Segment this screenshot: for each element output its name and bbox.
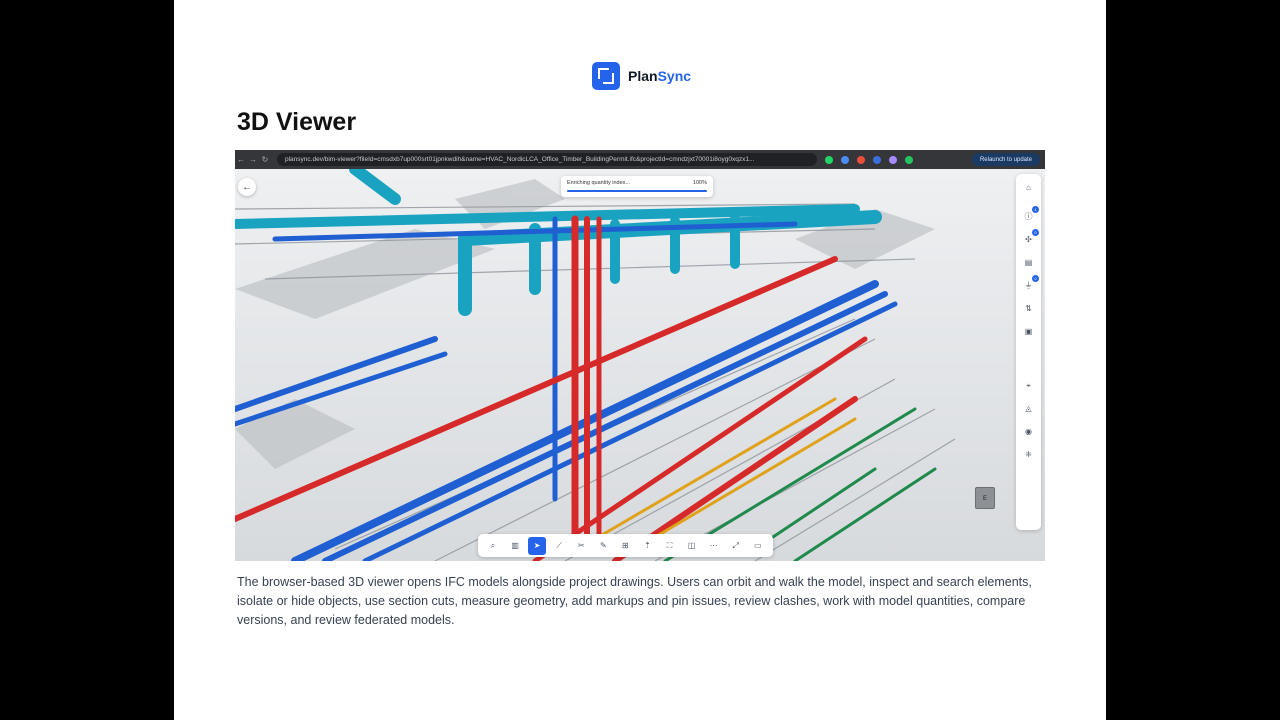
progress-track [567, 190, 707, 192]
measure-icon[interactable]: ⟋ [550, 537, 568, 555]
progress-toast: Enriching quantity index... 100% [561, 176, 713, 197]
progress-label: Enriching quantity index... [567, 180, 630, 186]
fit-view-icon[interactable]: ⛶ [661, 537, 679, 555]
back-arrow-icon[interactable]: ← [235, 155, 247, 164]
split-view-icon[interactable]: ◫ [683, 537, 701, 555]
monitor-icon[interactable]: ▭ [749, 537, 767, 555]
browser-toolbar: ← → ↻ plansync.dev/bim-viewer?fileId=cms… [235, 150, 1045, 169]
arrow-left-icon: ← [242, 181, 252, 193]
home-icon[interactable]: ⌂ [1023, 182, 1034, 193]
back-button[interactable]: ← [238, 178, 256, 196]
chart-icon[interactable]: ▥ [506, 537, 524, 555]
count-badge: 0 [1032, 229, 1039, 236]
plansync-logo-icon [592, 62, 620, 90]
eye-icon[interactable]: ◉ [1023, 426, 1034, 437]
extension-icon[interactable] [857, 155, 865, 164]
extension-icon[interactable] [889, 155, 897, 164]
extension-whatsapp-icon[interactable] [825, 155, 833, 164]
table-icon[interactable]: ▤ [1023, 257, 1034, 268]
description-paragraph: The browser-based 3D viewer opens IFC mo… [237, 575, 1032, 627]
explode-icon[interactable]: ⁜ [1023, 449, 1034, 460]
3d-model-canvas[interactable]: ← Enriching quantity index... 100% ⌂ ⓘ 1 ✣ 0… [235, 163, 1045, 561]
clash-icon[interactable]: ✣ 0 [1023, 229, 1039, 245]
layers-icon[interactable]: ◬ [1023, 403, 1034, 414]
search-icon[interactable]: ⌕ [484, 537, 502, 555]
brand: PlanSync [592, 62, 691, 90]
walk-icon[interactable]: ⇡ [638, 537, 656, 555]
mep-model-render [235, 163, 1045, 561]
fullscreen-icon[interactable]: ⤢ [727, 537, 745, 555]
forward-arrow-icon[interactable]: → [247, 155, 259, 164]
brand-name: PlanSync [628, 68, 692, 84]
focus-icon[interactable]: ⌖ [1023, 380, 1034, 391]
extension-icon[interactable] [905, 155, 913, 164]
compare-icon[interactable]: ⇅ [1023, 303, 1034, 314]
viewer-screenshot: ← → ↻ plansync.dev/bim-viewer?fileId=cms… [235, 150, 1045, 561]
progress-fill [567, 190, 707, 192]
grid-icon[interactable]: ⊞ [616, 537, 634, 555]
slide-page: PlanSync 3D Viewer ← → ↻ plansync.dev/bi… [174, 0, 1106, 720]
address-bar[interactable]: plansync.dev/bim-viewer?fileId=cmsdxb7up… [277, 153, 817, 166]
extension-icon[interactable] [841, 155, 849, 164]
extension-icon[interactable] [873, 155, 881, 164]
view-cube[interactable]: E [975, 487, 995, 509]
info-icon[interactable]: ⓘ 1 [1023, 206, 1039, 222]
select-cursor-icon[interactable]: ➤ [528, 536, 547, 555]
right-toolbar: ⌂ ⓘ 1 ✣ 0 ▤ ⏚ 0 ⇅ ▣ ⌖ ◬ ◉ ⁜ [1016, 174, 1041, 530]
bottom-toolbar: ⌕ ▥ ➤ ⟋ ✂ ✎ ⊞ ⇡ ⛶ ◫ ⋯ ⤢ ▭ [478, 534, 773, 557]
page-title: 3D Viewer [237, 108, 357, 136]
relaunch-button[interactable]: Relaunch to update [971, 153, 1040, 166]
section-cut-icon[interactable]: ✂ [572, 537, 590, 555]
filter-icon[interactable]: ⏚ 0 [1023, 275, 1039, 291]
progress-percent: 100% [692, 180, 707, 186]
count-badge: 0 [1032, 275, 1039, 282]
count-badge: 1 [1032, 206, 1039, 213]
markup-pen-icon[interactable]: ✎ [594, 537, 612, 555]
reload-icon[interactable]: ↻ [259, 155, 271, 164]
more-icon[interactable]: ⋯ [705, 537, 723, 555]
clipboard-icon[interactable]: ▣ [1023, 326, 1034, 337]
